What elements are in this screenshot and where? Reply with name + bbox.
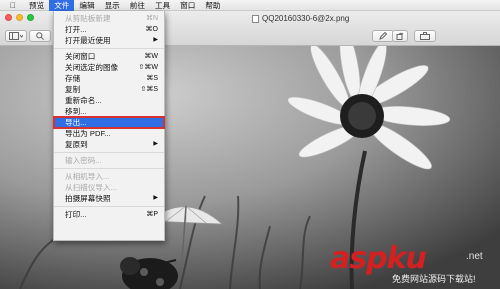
- menu-item-label: 打开...: [65, 25, 87, 34]
- zoom-out-button[interactable]: [29, 30, 51, 42]
- window-title-text: QQ20160330-6@2x.png: [262, 14, 350, 23]
- close-window-button[interactable]: [5, 14, 12, 21]
- menubar-item-file[interactable]: 文件: [49, 0, 75, 11]
- zoom-window-button[interactable]: [27, 14, 34, 21]
- menu-item-close-selected-images[interactable]: 关闭选定的图像 ⇧⌘W: [54, 62, 164, 73]
- submenu-arrow-icon: ▶: [153, 141, 158, 147]
- menu-item-label: 从扫描仪导入...: [65, 183, 117, 192]
- menu-item-label: 复制: [65, 85, 81, 94]
- watermark-subtitle: 免费网站源码下载站!: [392, 274, 476, 284]
- menu-item-label: 复原到: [65, 140, 88, 149]
- menu-item-label: 导出为 PDF...: [65, 129, 111, 138]
- menu-item-label: 关闭窗口: [65, 52, 96, 61]
- menu-item-close-window[interactable]: 关闭窗口 ⌘W: [54, 51, 164, 62]
- menu-separator: [54, 48, 164, 49]
- menubar-item-help[interactable]: 帮助: [200, 0, 225, 11]
- menu-separator: [54, 152, 164, 153]
- menu-item-revert-to[interactable]: 复原到 ▶: [54, 139, 164, 150]
- menu-item-open[interactable]: 打开... ⌘O: [54, 24, 164, 35]
- menu-item-label: 移到...: [65, 107, 87, 116]
- toolbox-icon: [420, 32, 430, 40]
- sidebar-icon: [9, 32, 23, 40]
- menu-item-shortcut: ⌘W: [144, 53, 158, 60]
- menu-item-shortcut: ⌘P: [146, 211, 158, 218]
- menu-item-import-from-camera[interactable]: 从相机导入...: [54, 171, 164, 182]
- menubar-item-view[interactable]: 显示: [100, 0, 125, 11]
- submenu-arrow-icon: ▶: [153, 37, 158, 43]
- menu-item-move-to[interactable]: 移到...: [54, 106, 164, 117]
- menu-item-label: 从剪贴板新建: [65, 14, 111, 23]
- menu-item-label: 导出...: [65, 118, 87, 127]
- file-menu: 从剪贴板新建 ⌘N 打开... ⌘O 打开最近使用 ▶ 关闭窗口 ⌘W 关闭选定…: [53, 11, 165, 241]
- menu-bar:  预览 文件 编辑 显示 前往 工具 窗口 帮助: [0, 0, 500, 11]
- rotate-button[interactable]: [392, 30, 408, 42]
- menu-item-shortcut: ⌘N: [145, 15, 158, 22]
- menu-item-shortcut: ⌘O: [145, 26, 158, 33]
- menubar-item-window[interactable]: 窗口: [175, 0, 200, 11]
- menu-item-import-from-scanner[interactable]: 从扫描仪导入...: [54, 182, 164, 193]
- menu-item-open-recent[interactable]: 打开最近使用 ▶: [54, 35, 164, 46]
- menu-item-new-from-clipboard[interactable]: 从剪贴板新建 ⌘N: [54, 13, 164, 24]
- menu-item-label: 拍摄屏幕快照: [65, 194, 111, 203]
- menu-item-shortcut: ⌘S: [146, 75, 158, 82]
- menu-item-label: 重新命名...: [65, 96, 102, 105]
- toolbox-button[interactable]: [414, 30, 436, 42]
- watermark-suffix: .net: [466, 251, 483, 262]
- window-title: QQ20160330-6@2x.png: [252, 14, 349, 23]
- menu-item-save[interactable]: 存储 ⌘S: [54, 73, 164, 84]
- rotate-icon: [396, 32, 404, 40]
- menu-item-label: 输入密码...: [65, 156, 102, 165]
- menu-item-rename[interactable]: 重新命名...: [54, 95, 164, 106]
- menu-item-print[interactable]: 打印... ⌘P: [54, 209, 164, 220]
- menubar-item-tools[interactable]: 工具: [150, 0, 175, 11]
- magnifier-icon: [36, 32, 44, 40]
- menu-item-label: 关闭选定的图像: [65, 63, 119, 72]
- menu-item-shortcut: ⇧⌘W: [138, 64, 158, 71]
- pen-icon: [379, 32, 387, 40]
- document-icon: [252, 14, 259, 23]
- sidebar-toggle-button[interactable]: [5, 30, 27, 42]
- menu-item-label: 存储: [65, 74, 81, 83]
- minimize-window-button[interactable]: [16, 14, 23, 21]
- menu-item-enter-password[interactable]: 输入密码...: [54, 155, 164, 166]
- watermark-logo: aspku: [330, 241, 427, 276]
- menubar-item-preview[interactable]: 预览: [24, 0, 49, 11]
- menubar-item-go[interactable]: 前往: [125, 0, 150, 11]
- menu-item-label: 打印...: [65, 210, 87, 219]
- menu-item-shortcut: ⇧⌘S: [140, 86, 158, 93]
- menu-item-take-screenshot[interactable]: 拍摄屏幕快照 ▶: [54, 193, 164, 204]
- apple-menu-icon[interactable]: : [10, 0, 16, 11]
- menubar-item-edit[interactable]: 编辑: [74, 0, 99, 11]
- menu-item-export[interactable]: 导出...: [53, 116, 165, 129]
- menu-item-label: 打开最近使用: [65, 36, 111, 45]
- menu-separator: [54, 168, 164, 169]
- submenu-arrow-icon: ▶: [153, 195, 158, 201]
- menu-item-duplicate[interactable]: 复制 ⇧⌘S: [54, 84, 164, 95]
- menu-item-export-pdf[interactable]: 导出为 PDF...: [54, 128, 164, 139]
- menu-item-label: 从相机导入...: [65, 172, 110, 181]
- menu-separator: [54, 206, 164, 207]
- markup-button[interactable]: [372, 30, 394, 42]
